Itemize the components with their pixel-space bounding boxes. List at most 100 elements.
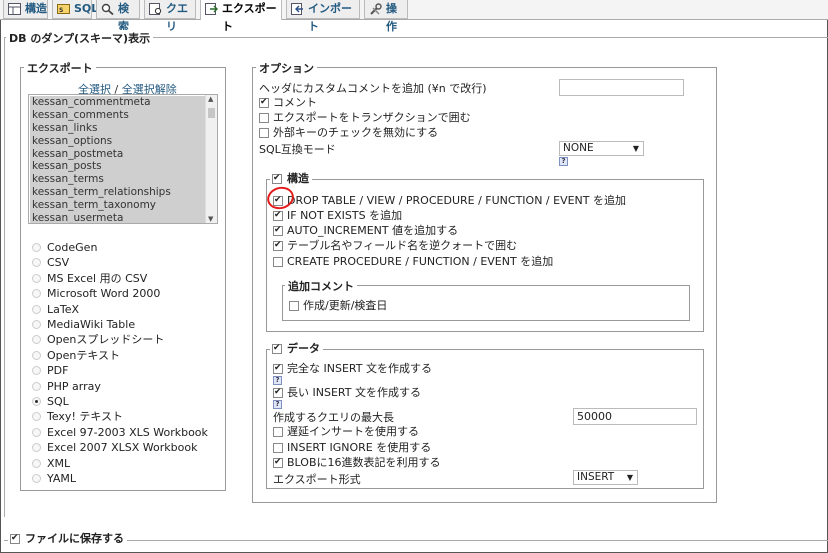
format-radio[interactable] <box>32 304 41 314</box>
extra-comment-legend: 追加コメント <box>285 278 357 294</box>
data-legend-label: データ <box>287 342 320 355</box>
option-label: 遅延インサートを使用する <box>287 425 419 438</box>
option-label: コメント <box>273 96 317 109</box>
save-to-file-label: ファイルに保存する <box>25 532 124 545</box>
tab-query[interactable]: クエリ <box>144 0 196 33</box>
structure-icon <box>8 3 21 15</box>
sql-icon: S <box>57 4 70 14</box>
table-list-item[interactable]: kessan_postmeta <box>30 147 206 161</box>
format-radio[interactable] <box>32 243 41 252</box>
structure-legend[interactable]: 構造 <box>270 171 312 186</box>
format-label: MS Excel 用の CSV <box>47 271 148 285</box>
tab-bar: 構造 S SQL 検索 クエリ エクスポート インポート 操作 <box>0 0 828 33</box>
format-label: Excel 97-2003 XLS Workbook <box>47 425 208 439</box>
option-label: 作成/更新/検査日 <box>303 299 388 312</box>
table-list-item[interactable]: kessan_links <box>30 121 206 135</box>
format-label: XML <box>47 456 71 470</box>
tab-import[interactable]: インポート <box>286 0 360 33</box>
tab-label: SQL <box>74 2 99 15</box>
scroll-up-icon[interactable]: ▲ <box>208 95 213 103</box>
format-label: SQL <box>47 395 69 408</box>
scroll-down-icon[interactable]: ▼ <box>208 215 213 223</box>
tab-structure[interactable]: 構造 <box>3 0 48 19</box>
disable-fk-checkbox[interactable] <box>259 128 269 138</box>
extended-insert-checkbox[interactable] <box>273 385 283 400</box>
format-radio[interactable] <box>32 350 41 360</box>
hex-blob-checkbox[interactable] <box>273 455 283 470</box>
compat-mode-select[interactable]: NONE ▼ <box>559 141 644 156</box>
header-comment-input[interactable] <box>559 79 684 96</box>
export-legend: エクスポート <box>24 60 96 76</box>
table-list-item[interactable]: kessan_options <box>30 134 206 148</box>
table-list-item[interactable]: kessan_comments <box>30 108 206 122</box>
save-to-file-checkbox[interactable] <box>10 531 20 545</box>
scroll-thumb[interactable] <box>208 108 215 118</box>
option-label: DROP TABLE / VIEW / PROCEDURE / FUNCTION… <box>287 194 626 207</box>
tab-export[interactable]: エクスポート <box>200 0 282 33</box>
table-list-item[interactable]: kessan_terms <box>30 173 206 187</box>
operations-icon <box>370 3 382 15</box>
option-label: IF NOT EXISTS を追加 <box>287 209 403 222</box>
insert-ignore-checkbox[interactable] <box>273 443 283 453</box>
comments-checkbox[interactable] <box>259 95 269 110</box>
max-query-label: 作成するクエリの最大長 <box>273 411 394 424</box>
search-icon <box>101 3 114 15</box>
export-type-value: INSERT <box>577 471 615 483</box>
format-label: CSV <box>47 256 70 270</box>
table-listbox[interactable]: kessan_commentmeta kessan_comments kessan_… <box>28 94 218 224</box>
help-icon[interactable]: ? <box>273 376 282 385</box>
option-label: 外部キーのチェックを無効にする <box>273 126 439 139</box>
table-list-item[interactable]: kessan_commentmeta <box>30 96 206 109</box>
export-type-label: エクスポート形式 <box>273 473 361 486</box>
option-label: AUTO_INCREMENT 値を追加する <box>287 224 459 237</box>
dates-checkbox[interactable] <box>289 301 299 311</box>
help-icon[interactable]: ? <box>273 400 282 409</box>
format-radio[interactable] <box>32 381 41 391</box>
format-label: CodeGen <box>47 241 98 254</box>
format-label: MediaWiki Table <box>47 318 136 331</box>
tab-operations[interactable]: 操作 <box>364 0 408 33</box>
tab-label: 構造 <box>25 2 47 15</box>
format-label: PDF <box>47 364 69 378</box>
tab-search[interactable]: 検索 <box>96 0 140 33</box>
tab-label: 検索 <box>118 2 129 33</box>
option-label: BLOBに16進数表記を利用する <box>287 456 441 469</box>
compat-mode-value: NONE <box>563 142 594 154</box>
data-legend[interactable]: データ <box>270 341 323 356</box>
save-to-file-legend[interactable]: ファイルに保存する <box>8 531 127 546</box>
format-label: Openテキスト <box>47 348 121 362</box>
format-label: LaTeX <box>47 302 80 316</box>
data-checkbox[interactable] <box>272 341 282 355</box>
format-label: Excel 2007 XLSX Workbook <box>47 441 198 455</box>
complete-insert-checkbox[interactable] <box>273 361 283 376</box>
delayed-insert-checkbox[interactable] <box>273 427 283 437</box>
tab-label: 操作 <box>386 2 397 33</box>
table-list-item[interactable]: kessan_term_taxonomy <box>30 199 206 213</box>
format-radio[interactable] <box>32 474 41 483</box>
table-list-item[interactable]: kessan_usermeta <box>30 212 206 223</box>
backquote-checkbox[interactable] <box>273 238 283 253</box>
tab-sql[interactable]: S SQL <box>52 0 98 19</box>
options-legend: オプション <box>256 60 317 76</box>
create-procedure-checkbox[interactable] <box>273 257 283 267</box>
option-label: 完全な INSERT 文を作成する <box>287 362 432 375</box>
format-radio[interactable] <box>32 320 41 329</box>
transaction-checkbox[interactable] <box>259 113 269 123</box>
format-radio[interactable] <box>32 458 41 468</box>
auto-increment-checkbox[interactable] <box>273 223 283 238</box>
format-radio[interactable] <box>32 427 41 437</box>
if-not-exists-checkbox[interactable] <box>273 208 283 223</box>
help-icon[interactable]: ? <box>559 157 568 166</box>
dump-legend: DB のダンプ(スキーマ)表示 <box>6 30 154 46</box>
export-type-select[interactable]: INSERT ▼ <box>573 470 638 485</box>
max-query-input[interactable]: 50000 <box>573 408 697 425</box>
structure-checkbox[interactable] <box>272 171 282 185</box>
format-radio[interactable] <box>32 273 41 283</box>
listbox-scrollbar[interactable]: ▲ ▼ <box>205 95 217 223</box>
table-list-item[interactable]: kessan_posts <box>30 160 206 174</box>
table-list-item[interactable]: kessan_term_relationships <box>30 186 206 200</box>
chevron-down-icon: ▼ <box>626 473 633 482</box>
format-label: Openスプレッドシート <box>47 333 165 347</box>
format-radio[interactable] <box>32 397 41 406</box>
export-icon <box>205 3 218 15</box>
